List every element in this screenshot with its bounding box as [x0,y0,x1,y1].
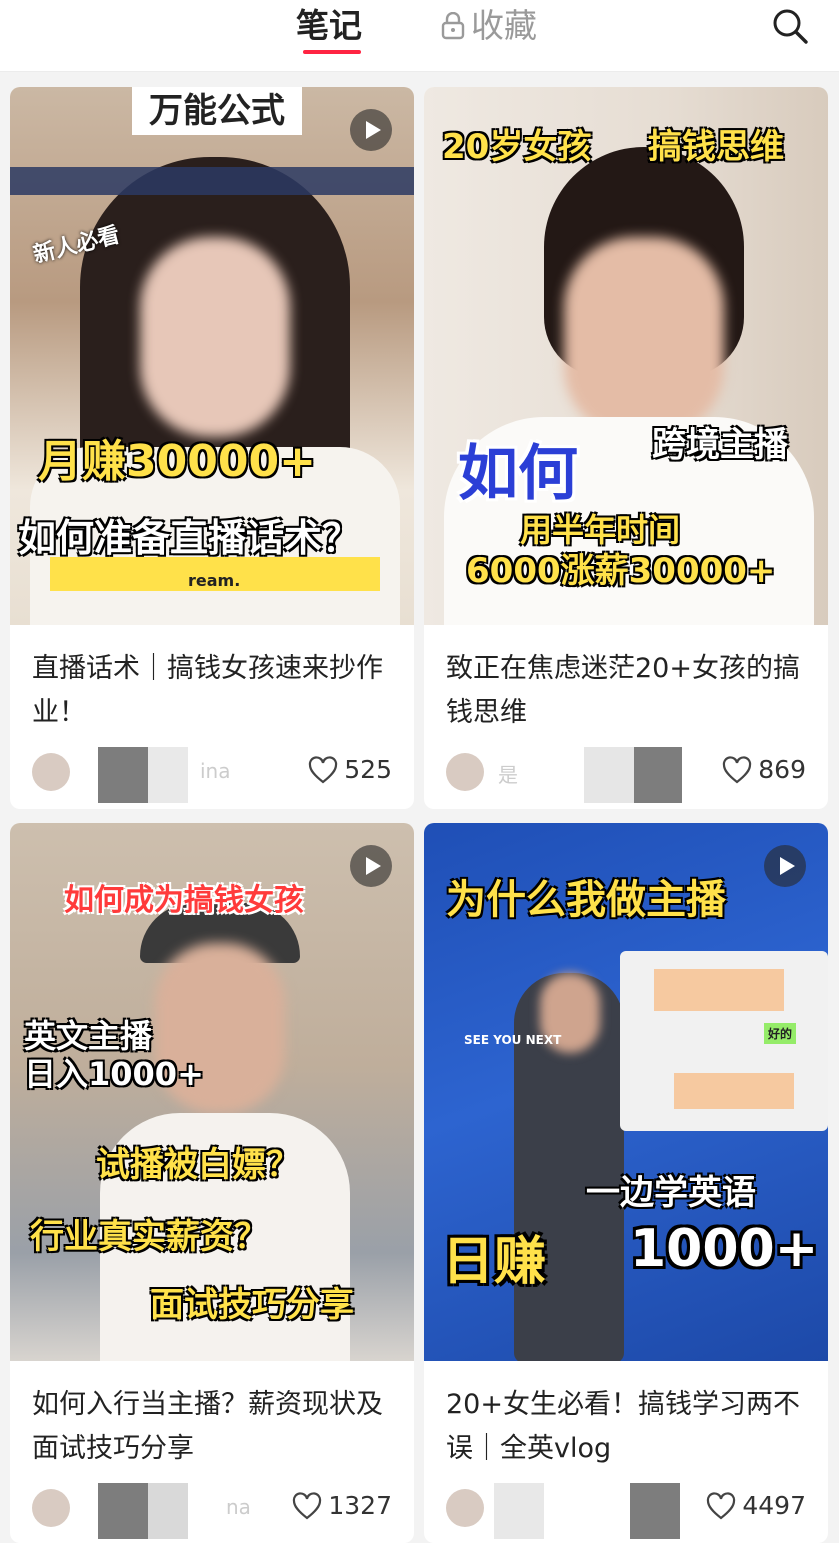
thumb-text-3: 试播被白嫖？ [96,1145,300,1185]
note-card[interactable]: 如何成为搞钱女孩 英文主播 日入1000+ 试播被白嫖？ 行业真实薪资？ 面试技… [10,823,414,1543]
author-name-redacted [148,1483,188,1539]
author-name-redacted [634,747,682,803]
heart-icon [723,755,752,783]
video-thumbnail[interactable]: 万能公式 新人必看 月赚30000+ 如何准备直播话术？ ream. [10,87,414,625]
thumb-text-0: 万能公式 [132,87,302,135]
thumb-text-1: 搞钱思维 [648,127,784,167]
like-button[interactable]: 4497 [706,1491,806,1520]
thumb-text-5: SEE YOU NEXT [464,1033,562,1047]
author-name[interactable]: na [226,1495,251,1519]
thumbnail-face [564,237,724,437]
search-button[interactable] [770,6,810,46]
heart-icon [707,1491,736,1519]
play-icon [366,857,381,875]
chat-bubble [654,969,784,1011]
author-name[interactable]: 是 [498,759,518,788]
avatar[interactable] [32,753,70,791]
video-thumbnail[interactable]: 好的 SEE YOU NEXT 为什么我做主播 一边学英语 日赚 1000+ [424,823,828,1361]
note-card[interactable]: 20岁女孩 搞钱思维 如何 跨境主播 用半年时间 6000涨薪30000+ 致正… [424,87,828,809]
note-title[interactable]: 如何入行当主播？薪资现状及面试技巧分享 [32,1383,394,1471]
tab-favorites-label: 收藏 [471,6,537,45]
author-name-redacted [584,747,634,803]
thumb-text-2: 日赚 [442,1232,547,1292]
avatar[interactable] [446,1489,484,1527]
thumb-text-2: 日入1000+ [24,1055,204,1093]
note-title[interactable]: 致正在焦虑迷茫20+女孩的搞钱思维 [446,647,808,735]
note-title[interactable]: 直播话术｜搞钱女孩速来抄作业！ [32,647,394,735]
like-count: 1327 [328,1491,392,1520]
tab-notes[interactable]: 笔记 [296,4,362,48]
play-button[interactable] [350,845,392,887]
author-name-redacted [494,1483,544,1539]
heart-icon [293,1491,322,1519]
video-thumbnail[interactable]: 20岁女孩 搞钱思维 如何 跨境主播 用半年时间 6000涨薪30000+ [424,87,828,625]
thumb-text-3: 1000+ [630,1219,819,1279]
note-title[interactable]: 20+女生必看！搞钱学习两不误｜全英vlog [446,1383,808,1471]
play-icon [780,857,795,875]
thumb-text-0: 20岁女孩 [442,127,592,167]
thumb-text-4: 好的 [764,1023,797,1044]
author-name-redacted [98,1483,148,1539]
avatar[interactable] [32,1489,70,1527]
thumb-text-5: 6000涨薪30000+ [466,551,776,591]
like-button[interactable]: 1327 [292,1491,392,1520]
play-button[interactable] [764,845,806,887]
like-count: 869 [758,755,806,784]
thumb-text-5: 面试技巧分享 [150,1285,354,1325]
like-button[interactable]: 869 [722,755,806,784]
play-icon [366,121,381,139]
thumb-text-3: 如何准备直播话术？ [18,516,361,560]
like-button[interactable]: 525 [308,755,392,784]
like-count: 4497 [742,1491,806,1520]
search-icon [773,9,808,44]
chat-bubble [674,1073,794,1109]
active-tab-indicator [303,50,361,54]
thumb-text-4: ream. [188,571,241,590]
thumb-text-1: 一边学英语 [586,1173,756,1213]
thumb-text-0: 如何成为搞钱女孩 [64,883,304,918]
lock-icon [441,12,465,40]
note-card[interactable]: 万能公式 新人必看 月赚30000+ 如何准备直播话术？ ream. 直播话术｜… [10,87,414,809]
thumb-text-4: 行业真实薪资？ [30,1217,268,1257]
thumb-text-2: 如何 [458,439,578,509]
tab-favorites[interactable]: 收藏 [441,4,537,48]
thumb-text-0: 为什么我做主播 [446,877,726,923]
play-button[interactable] [350,109,392,151]
author-name-redacted [630,1483,680,1539]
avatar[interactable] [446,753,484,791]
heart-icon [309,755,338,783]
author-name-redacted [98,747,148,803]
note-card[interactable]: 好的 SEE YOU NEXT 为什么我做主播 一边学英语 日赚 1000+ 2… [424,823,828,1543]
thumbnail-face [140,237,290,437]
like-count: 525 [344,755,392,784]
author-name-redacted [148,747,188,803]
top-tab-bar: 笔记 收藏 [0,0,839,72]
video-thumbnail[interactable]: 如何成为搞钱女孩 英文主播 日入1000+ 试播被白嫖？ 行业真实薪资？ 面试技… [10,823,414,1361]
thumb-text-3: 跨境主播 [652,425,788,465]
thumb-label-strip [10,167,414,195]
author-name[interactable]: ina [200,759,231,783]
thumb-text-2: 月赚30000+ [38,436,316,487]
